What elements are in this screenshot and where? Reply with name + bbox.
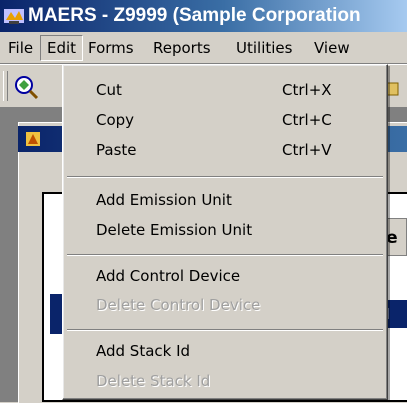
menu-view[interactable]: View xyxy=(308,36,356,60)
menu-item-add-emission-unit[interactable]: Add Emission Unit xyxy=(65,185,385,215)
menu-item-label: Paste xyxy=(96,141,137,159)
menu-bar: File Edit Forms Reports Utilities View xyxy=(0,32,407,64)
menu-separator xyxy=(67,329,383,331)
menu-item-paste[interactable]: Paste Ctrl+V xyxy=(65,135,385,165)
menu-item-label: Delete Control Device xyxy=(96,296,261,314)
menu-edit[interactable]: Edit xyxy=(40,35,84,61)
menu-item-label: Add Emission Unit xyxy=(96,191,232,209)
menu-item-label: Cut xyxy=(96,81,122,99)
menu-reports[interactable]: Reports xyxy=(147,36,217,60)
menu-item-label: Delete Stack Id xyxy=(96,372,211,390)
menu-item-label: Copy xyxy=(96,111,135,129)
menu-item-label: Delete Emission Unit xyxy=(96,221,253,239)
menu-item-delete-stack-id: Delete Stack Id xyxy=(65,366,385,396)
menu-item-delete-emission-unit[interactable]: Delete Emission Unit xyxy=(65,215,385,245)
menu-item-shortcut: Ctrl+C xyxy=(282,111,332,129)
menu-item-delete-control-device: Delete Control Device xyxy=(65,290,385,320)
menu-utilities[interactable]: Utilities xyxy=(230,36,298,60)
menu-file[interactable]: File xyxy=(2,36,39,60)
app-icon xyxy=(4,9,24,24)
menu-item-copy[interactable]: Copy Ctrl+C xyxy=(65,105,385,135)
menu-item-add-stack-id[interactable]: Add Stack Id xyxy=(65,336,385,366)
menu-item-label: Add Stack Id xyxy=(96,342,191,360)
edit-menu-dropdown: Cut Ctrl+X Copy Ctrl+C Paste Ctrl+V Add … xyxy=(62,64,388,400)
menu-item-shortcut: Ctrl+X xyxy=(282,81,332,99)
title-bar: MAERS - Z9999 (Sample Corporation xyxy=(0,0,407,32)
window-title: MAERS - Z9999 (Sample Corporation xyxy=(28,5,361,26)
toolbar-grip[interactable] xyxy=(3,71,8,101)
menu-separator xyxy=(67,254,383,256)
toolbar-icon[interactable] xyxy=(12,73,40,101)
menu-item-add-control-device[interactable]: Add Control Device xyxy=(65,261,385,291)
menu-item-label: Add Control Device xyxy=(96,267,241,285)
menu-item-cut[interactable]: Cut Ctrl+X xyxy=(65,75,385,105)
child-window-icon xyxy=(26,132,40,146)
menu-forms[interactable]: Forms xyxy=(82,36,140,60)
menu-item-shortcut: Ctrl+V xyxy=(282,141,332,159)
menu-separator xyxy=(67,176,383,178)
